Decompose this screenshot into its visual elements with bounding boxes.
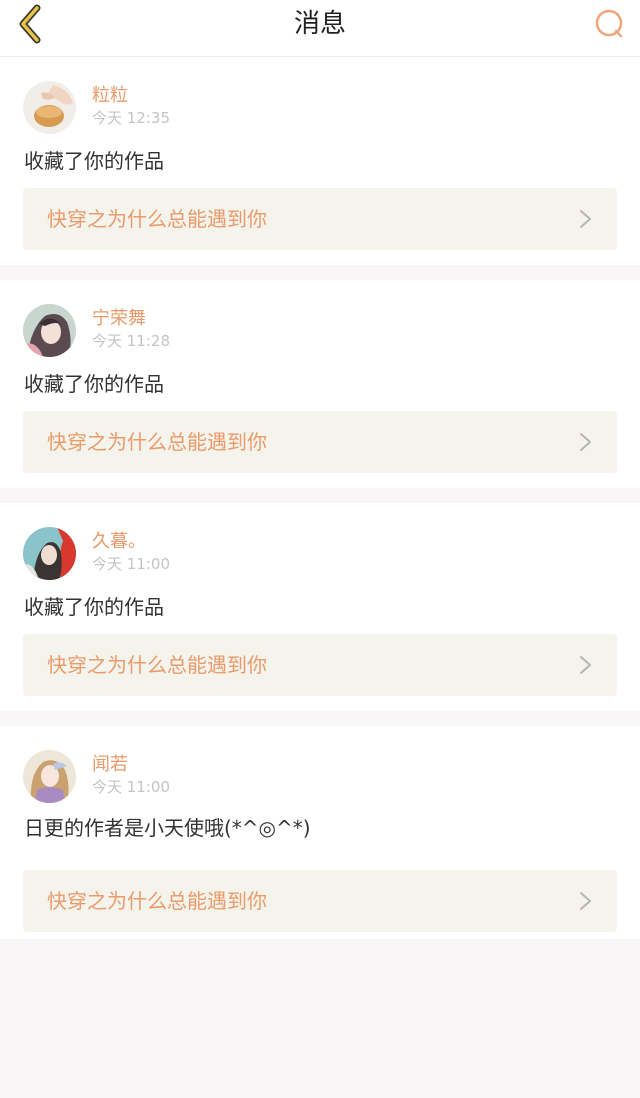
timestamp: 今天 11:28 [92, 332, 170, 350]
avatar[interactable] [23, 527, 76, 580]
search-button[interactable] [590, 4, 630, 44]
username[interactable]: 久暮。 [92, 531, 146, 553]
message-text: 日更的作者是小天使哦(*^◎^*) [24, 816, 311, 840]
chevron-right-icon [580, 210, 591, 228]
timestamp: 今天 11:00 [92, 555, 170, 573]
work-title: 快穿之为什么总能遇到你 [47, 430, 267, 454]
work-link[interactable]: 快穿之为什么总能遇到你 [23, 188, 617, 250]
work-link[interactable]: 快穿之为什么总能遇到你 [23, 411, 617, 473]
chevron-right-icon [580, 656, 591, 674]
chevron-right-icon [580, 892, 591, 910]
work-title: 快穿之为什么总能遇到你 [47, 889, 267, 913]
message-item: 久暮。 今天 11:00 收藏了你的作品 快穿之为什么总能遇到你 [0, 503, 640, 711]
username[interactable]: 闻若 [92, 754, 128, 776]
avatar[interactable] [23, 304, 76, 357]
message-text: 收藏了你的作品 [24, 372, 164, 396]
avatar[interactable] [23, 750, 76, 803]
username[interactable]: 宁荣舞 [92, 308, 146, 330]
message-list: 粒粒 今天 12:35 收藏了你的作品 快穿之为什么总能遇到你 宁荣舞 今天 1… [0, 57, 640, 939]
work-link[interactable]: 快穿之为什么总能遇到你 [23, 870, 617, 932]
timestamp: 今天 12:35 [92, 109, 170, 127]
work-title: 快穿之为什么总能遇到你 [47, 207, 267, 231]
avatar[interactable] [23, 81, 76, 134]
username[interactable]: 粒粒 [92, 85, 128, 107]
message-text: 收藏了你的作品 [24, 595, 164, 619]
message-item: 宁荣舞 今天 11:28 收藏了你的作品 快穿之为什么总能遇到你 [0, 280, 640, 488]
work-title: 快穿之为什么总能遇到你 [47, 653, 267, 677]
message-item: 粒粒 今天 12:35 收藏了你的作品 快穿之为什么总能遇到你 [0, 57, 640, 265]
timestamp: 今天 11:00 [92, 778, 170, 796]
navigation-bar: 消息 [0, 0, 640, 57]
work-link[interactable]: 快穿之为什么总能遇到你 [23, 634, 617, 696]
message-item: 闻若 今天 11:00 日更的作者是小天使哦(*^◎^*) 快穿之为什么总能遇到… [0, 726, 640, 939]
page-title: 消息 [293, 9, 346, 39]
chevron-right-icon [580, 433, 591, 451]
message-text: 收藏了你的作品 [24, 149, 164, 173]
search-icon [595, 9, 623, 38]
